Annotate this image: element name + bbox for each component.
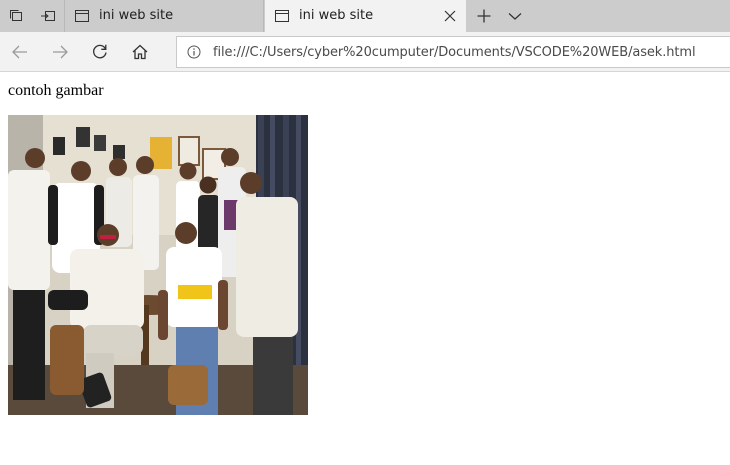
tab-active[interactable]: ini web site xyxy=(265,0,466,32)
tab-strip: ini web site ini web site xyxy=(0,0,730,32)
tab-set-aside-icon[interactable] xyxy=(0,0,32,32)
plus-icon[interactable] xyxy=(468,0,500,32)
home-icon[interactable] xyxy=(124,36,156,68)
group-photo xyxy=(8,115,308,415)
navigation-bar: file:///C:/Users/cyber%20cumputer/Docume… xyxy=(0,32,730,72)
forward-arrow-icon[interactable] xyxy=(44,36,76,68)
tab-title: ini web site xyxy=(99,8,174,23)
chevron-down-icon[interactable] xyxy=(499,0,531,32)
address-url[interactable]: file:///C:/Users/cyber%20cumputer/Docume… xyxy=(213,45,696,60)
tabs-aside-icon[interactable] xyxy=(32,0,64,32)
page-icon xyxy=(274,8,290,29)
info-icon[interactable] xyxy=(187,45,201,64)
close-icon[interactable] xyxy=(442,8,458,24)
tab-title: ini web site xyxy=(299,8,374,23)
page-content: contoh gambar xyxy=(0,73,730,465)
back-arrow-icon[interactable] xyxy=(4,36,36,68)
refresh-icon[interactable] xyxy=(84,36,116,68)
address-bar[interactable]: file:///C:/Users/cyber%20cumputer/Docume… xyxy=(176,36,730,68)
page-paragraph: contoh gambar xyxy=(8,82,104,99)
tab-inactive[interactable]: ini web site xyxy=(64,0,264,32)
page-icon xyxy=(74,8,90,29)
